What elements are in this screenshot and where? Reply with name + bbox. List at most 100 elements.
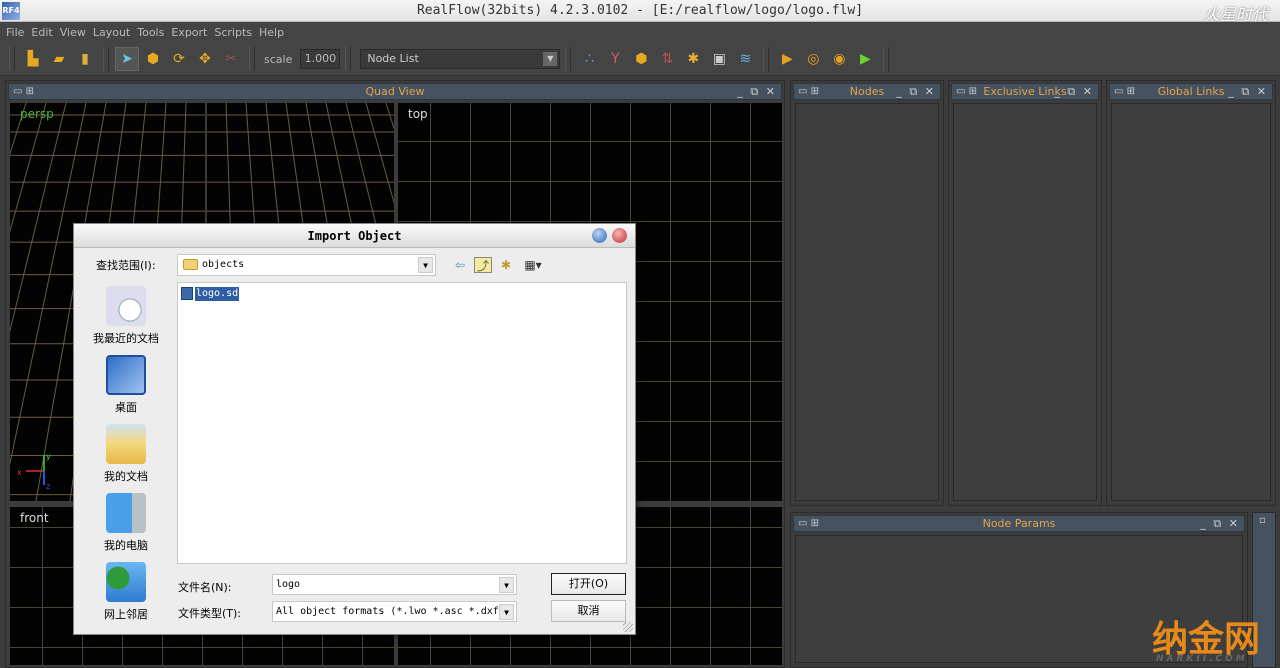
node-params-title: Node Params — [982, 517, 1056, 530]
viewport-label-top: top — [408, 107, 428, 121]
constraint-icon[interactable]: ⇅ — [655, 47, 679, 71]
scale-input[interactable]: 1.000 — [300, 49, 341, 69]
object-icon[interactable]: ⬢ — [629, 47, 653, 71]
toolbar-grip[interactable] — [345, 47, 352, 71]
places-bar: 我最近的文档 桌面 我的文档 我的电脑 网上邻居 — [82, 284, 170, 629]
menu-layout[interactable]: Layout — [93, 26, 130, 39]
view-menu-icon[interactable]: ▦▾ — [520, 257, 546, 273]
toolbar-grip[interactable] — [565, 47, 572, 71]
place-recent-label: 我最近的文档 — [93, 332, 159, 345]
link-icon[interactable]: ✂ — [219, 47, 243, 71]
nodes-list[interactable] — [795, 103, 939, 501]
panel-window-controls[interactable]: _ ⧉ ✕ — [1054, 84, 1094, 99]
open-button[interactable]: 打开(O) — [551, 573, 626, 595]
global-links-panel: ▭ ⊞ Global Links _ ⧉ ✕ — [1106, 80, 1276, 506]
grid-line — [10, 103, 67, 333]
help-button[interactable] — [592, 228, 607, 243]
window-titlebar: RF4 RealFlow(32bits) 4.2.3.0102 - [E:/re… — [0, 0, 1280, 30]
reset-icon[interactable]: ◎ — [801, 47, 825, 71]
simulate-icon[interactable]: ▶ — [775, 47, 799, 71]
viewport-label-front: front — [20, 511, 49, 525]
toolbar-grip[interactable] — [9, 47, 15, 71]
panel-float-icon[interactable]: ▭ ⊞ — [1114, 84, 1135, 99]
chevron-down-icon[interactable]: ▼ — [543, 52, 558, 66]
toolbar-grip[interactable] — [249, 47, 255, 71]
rotate-icon[interactable]: ⟳ — [167, 47, 191, 71]
back-icon[interactable]: ⇦ — [451, 257, 469, 273]
file-item[interactable]: logo.sd — [181, 286, 240, 301]
place-my-documents[interactable]: 我的文档 — [82, 424, 170, 491]
panel-window-controls[interactable]: _ ⧉ ✕ — [896, 84, 936, 99]
cancel-button[interactable]: 取消 — [551, 600, 626, 622]
new-folder-icon[interactable]: ✱ — [497, 257, 515, 273]
folder-icon — [183, 259, 198, 270]
axis-z-label: z — [46, 482, 50, 491]
chevron-down-icon[interactable]: ▼ — [499, 577, 514, 593]
place-network[interactable]: 网上邻居 — [82, 562, 170, 629]
filetype-select[interactable]: All object formats (*.lwo *.asc *.dxf ▼ — [272, 601, 517, 622]
watermark: 纳金网 NARKII.COM — [1152, 610, 1260, 664]
exclusive-links-header: ▭ ⊞ Exclusive Links _ ⧉ ✕ — [951, 83, 1099, 100]
filename-value: logo — [276, 579, 301, 590]
toolbar-grip[interactable] — [763, 47, 770, 71]
chevron-down-icon[interactable]: ▼ — [499, 604, 514, 620]
emitter-icon[interactable]: ∴ — [577, 47, 601, 71]
pdc-icon[interactable]: ◉ — [827, 47, 851, 71]
place-my-computer[interactable]: 我的电脑 — [82, 493, 170, 560]
viewport-label-persp: persp — [20, 107, 54, 121]
menu-tools[interactable]: Tools — [137, 26, 164, 39]
watermark-subtext: NARKII.COM — [1155, 654, 1248, 664]
filename-input[interactable]: logo ▼ — [272, 574, 517, 595]
camera-icon[interactable]: ▣ — [707, 47, 731, 71]
menu-scripts[interactable]: Scripts — [214, 26, 252, 39]
place-recent[interactable]: 我最近的文档 — [82, 286, 170, 353]
panel-float-icon[interactable]: ▭ ⊞ — [798, 84, 819, 99]
menu-view[interactable]: View — [60, 26, 86, 39]
place-desktop[interactable]: 桌面 — [82, 355, 170, 422]
node-list-dropdown[interactable]: Node List ▼ — [360, 49, 561, 69]
look-in-dropdown[interactable]: objects ▼ — [177, 254, 436, 276]
exclusive-links-list[interactable] — [953, 103, 1097, 501]
panel-float-icon[interactable]: ▭ ⊞ — [13, 84, 34, 99]
wave-icon[interactable]: ≋ — [733, 47, 757, 71]
daemon-icon[interactable]: Y — [603, 47, 627, 71]
grid-line — [10, 103, 27, 156]
my-computer-icon — [106, 493, 146, 533]
file-name: logo.sd — [195, 286, 240, 301]
dock-float-icon[interactable]: ▫ — [1259, 515, 1266, 526]
dialog-title: Import Object — [307, 229, 402, 243]
panel-float-icon[interactable]: ▭ ⊞ — [798, 516, 819, 531]
play-icon[interactable]: ▶ — [853, 47, 877, 71]
file-list[interactable]: logo.sd — [177, 282, 627, 564]
node-list-value: Node List — [367, 52, 419, 65]
grid-line — [10, 103, 47, 233]
save-file-icon[interactable]: ▮ — [73, 47, 97, 71]
menu-export[interactable]: Export — [171, 26, 207, 39]
toolbar-grip[interactable] — [103, 47, 109, 71]
nodes-title: Nodes — [849, 85, 885, 98]
mesh-icon[interactable]: ✱ — [681, 47, 705, 71]
global-links-title: Global Links — [1157, 85, 1225, 98]
up-folder-icon[interactable]: ⤴ — [474, 257, 492, 273]
panel-window-controls[interactable]: _ ⧉ ✕ — [737, 84, 777, 99]
chevron-down-icon[interactable]: ▼ — [418, 257, 433, 273]
menu-file[interactable]: File — [6, 26, 24, 39]
desktop-icon — [106, 355, 146, 395]
resize-grip-icon[interactable] — [623, 622, 633, 632]
global-links-list[interactable] — [1111, 103, 1271, 501]
node-params-header: ▭ ⊞ Node Params _ ⧉ ✕ — [793, 515, 1245, 532]
toolbar-grip[interactable] — [883, 47, 890, 71]
panel-float-icon[interactable]: ▭ ⊞ — [956, 84, 977, 99]
select-arrow-icon[interactable]: ➤ — [115, 47, 139, 71]
scale-icon[interactable]: ✥ — [193, 47, 217, 71]
menu-edit[interactable]: Edit — [31, 26, 52, 39]
close-button[interactable] — [612, 228, 627, 243]
move-icon[interactable]: ⬢ — [141, 47, 165, 71]
nodes-header: ▭ ⊞ Nodes _ ⧉ ✕ — [793, 83, 941, 100]
new-file-icon[interactable]: ▙ — [21, 47, 45, 71]
place-my-computer-label: 我的电脑 — [104, 539, 148, 552]
panel-window-controls[interactable]: _ ⧉ ✕ — [1228, 84, 1268, 99]
open-file-icon[interactable]: ▰ — [47, 47, 71, 71]
panel-window-controls[interactable]: _ ⧉ ✕ — [1200, 516, 1240, 531]
menu-help[interactable]: Help — [259, 26, 284, 39]
